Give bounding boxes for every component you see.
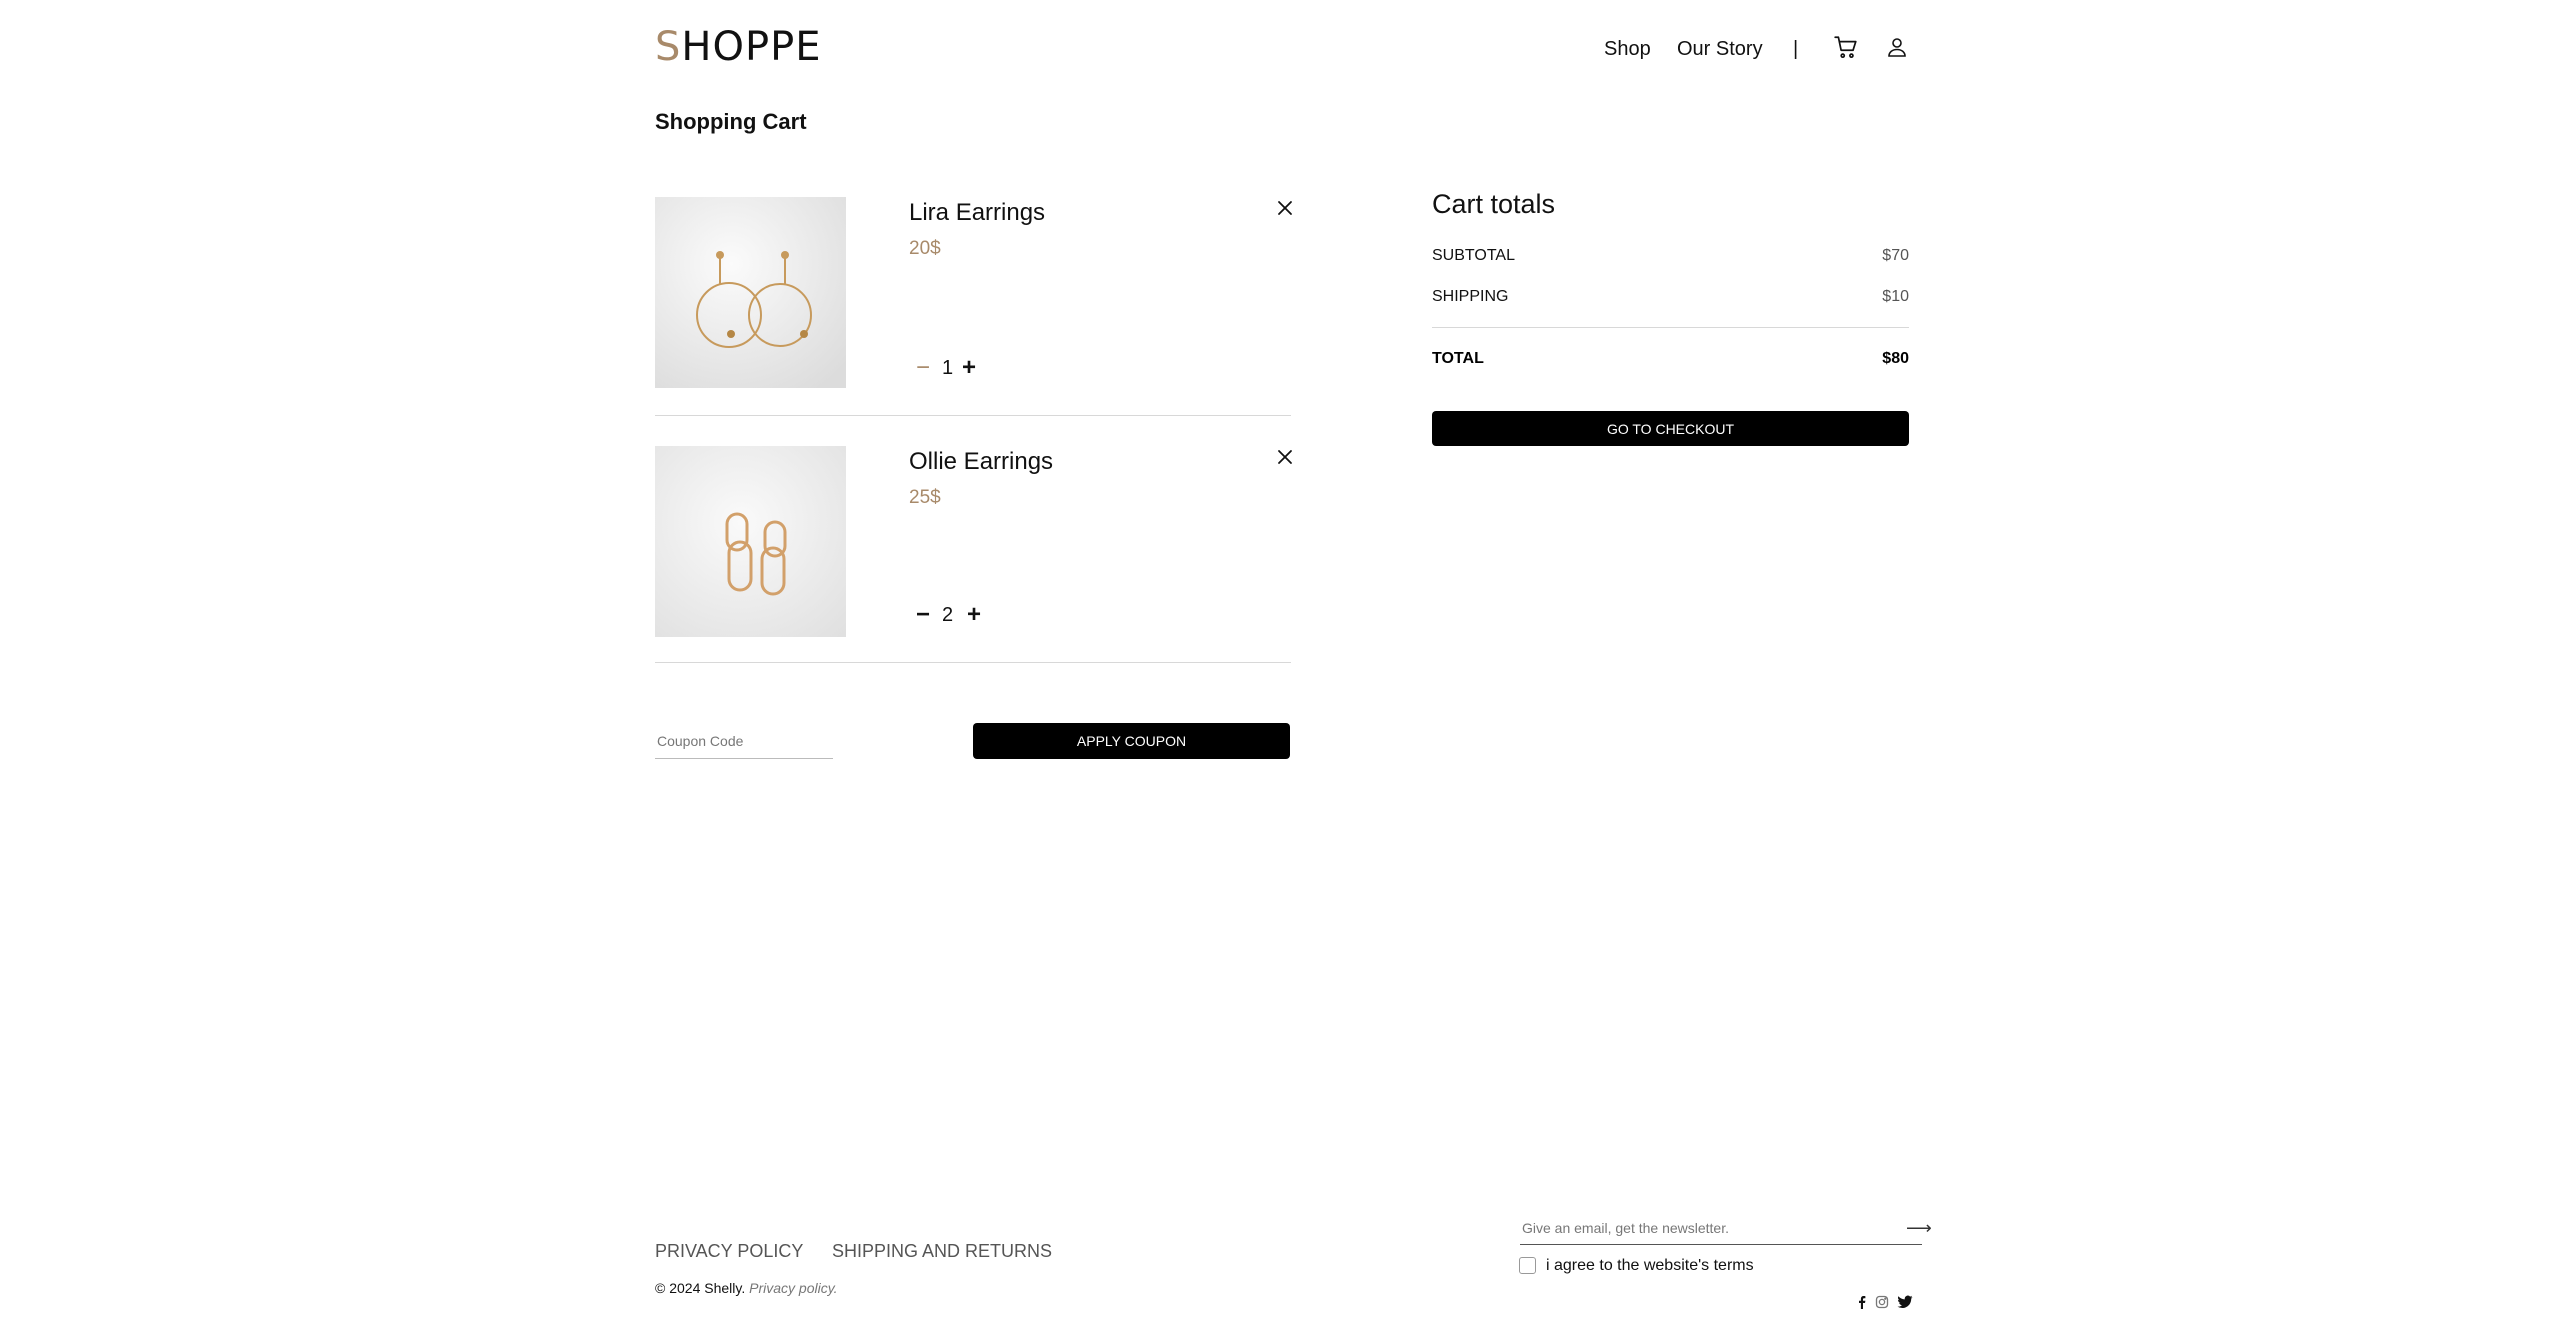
shipping-value: $10 bbox=[1882, 288, 1909, 305]
copyright-label: © 2024 Shelly. bbox=[655, 1280, 746, 1296]
footer-privacy-policy-link[interactable]: PRIVACY POLICY bbox=[655, 1240, 803, 1262]
terms-agree-checkbox[interactable] bbox=[1519, 1257, 1536, 1274]
twitter-icon[interactable] bbox=[1897, 1295, 1913, 1309]
nav-shop-link[interactable]: Shop bbox=[1604, 37, 1651, 61]
go-to-checkout-button[interactable]: GO TO CHECKOUT bbox=[1432, 411, 1909, 446]
subtotal-value: $70 bbox=[1882, 247, 1909, 264]
logo-text: HOPPE bbox=[681, 24, 822, 70]
quantity-value: 2 bbox=[942, 604, 954, 626]
total-value: $80 bbox=[1882, 350, 1909, 367]
copyright-text: © 2024 Shelly. Privacy policy. bbox=[655, 1279, 838, 1297]
quantity-increase-button[interactable]: + bbox=[967, 603, 981, 627]
earrings-link-image bbox=[655, 446, 846, 637]
apply-coupon-button[interactable]: APPLY COUPON bbox=[973, 723, 1290, 759]
item-divider bbox=[655, 662, 1291, 663]
coupon-code-input[interactable] bbox=[655, 724, 833, 759]
remove-item-close-icon[interactable] bbox=[1276, 199, 1294, 217]
totals-divider bbox=[1432, 327, 1909, 328]
logo-initial: S bbox=[655, 24, 682, 70]
nav-our-story-link[interactable]: Our Story bbox=[1677, 37, 1763, 61]
nav-separator: | bbox=[1793, 38, 1799, 60]
total-label: TOTAL bbox=[1432, 350, 1484, 367]
item-divider bbox=[655, 415, 1291, 416]
subtotal-label: SUBTOTAL bbox=[1432, 247, 1515, 264]
cart-item-price: 20$ bbox=[909, 238, 941, 259]
quantity-decrease-button[interactable]: − bbox=[916, 356, 930, 380]
copyright-privacy-link[interactable]: Privacy policy. bbox=[749, 1280, 837, 1296]
facebook-icon[interactable] bbox=[1855, 1295, 1869, 1309]
newsletter-submit-arrow-icon[interactable]: ⟶ bbox=[1906, 1218, 1932, 1238]
user-account-icon[interactable] bbox=[1885, 34, 1909, 60]
page-title: Shopping Cart bbox=[655, 109, 807, 134]
product-image-ollie-earrings[interactable] bbox=[655, 446, 846, 637]
cart-totals-title: Cart totals bbox=[1432, 189, 1556, 219]
quantity-increase-button[interactable]: + bbox=[962, 356, 976, 380]
quantity-decrease-button[interactable]: − bbox=[916, 603, 930, 627]
cart-item-price: 25$ bbox=[909, 487, 941, 508]
quantity-value: 1 bbox=[942, 357, 954, 379]
remove-item-close-icon[interactable] bbox=[1276, 448, 1294, 466]
footer-shipping-returns-link[interactable]: SHIPPING AND RETURNS bbox=[832, 1240, 1052, 1262]
newsletter-email-input[interactable] bbox=[1520, 1212, 1922, 1245]
instagram-icon[interactable] bbox=[1875, 1295, 1889, 1309]
cart-item-name[interactable]: Ollie Earrings bbox=[909, 448, 1053, 476]
product-image-lira-earrings[interactable] bbox=[655, 197, 846, 388]
cart-item-name[interactable]: Lira Earrings bbox=[909, 199, 1045, 227]
site-logo[interactable]: SHOPPE bbox=[655, 24, 821, 70]
terms-agree-label: i agree to the website's terms bbox=[1546, 1257, 1754, 1274]
cart-icon[interactable] bbox=[1833, 34, 1859, 60]
earrings-hoop-image bbox=[655, 197, 846, 388]
shipping-label: SHIPPING bbox=[1432, 288, 1509, 305]
